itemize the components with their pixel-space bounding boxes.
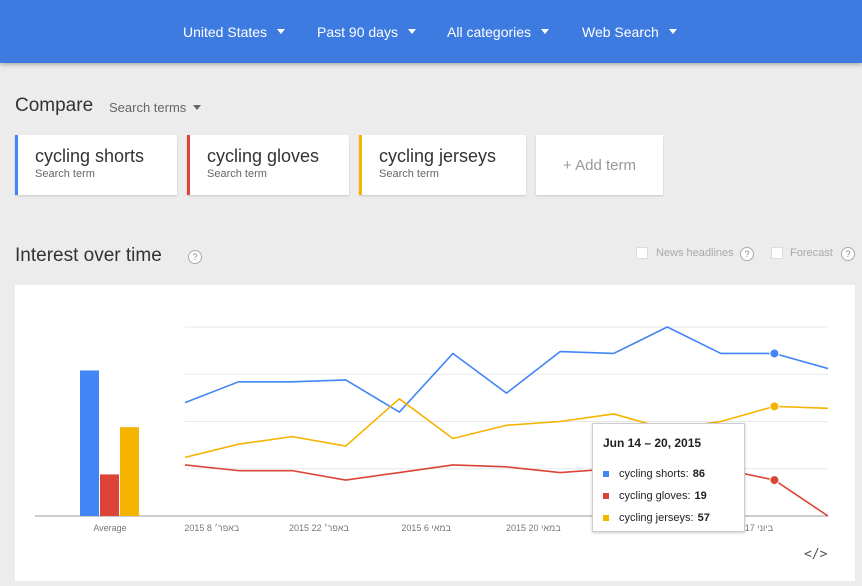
x-tick-label: באפר׳ 8 2015 (184, 523, 239, 533)
tooltip-row-cycling-gloves: cycling gloves: 19 (603, 485, 734, 507)
term-name: cycling jerseys (379, 146, 497, 166)
compare-title: Compare (15, 95, 94, 116)
tooltip-value: 57 (697, 512, 710, 524)
help-icon[interactable]: ? (740, 247, 754, 261)
tooltip-label: cycling jerseys: (619, 512, 694, 524)
tooltip-label: cycling shorts: (619, 468, 689, 480)
average-bar-cycling-shorts (80, 370, 99, 516)
search-type-filter[interactable]: Web Search (582, 0, 677, 63)
term-card-cycling-gloves[interactable]: cycling gloves Search term (187, 135, 349, 195)
average-bar-cycling-gloves (100, 474, 119, 516)
highlight-point-cycling-jerseys (769, 401, 780, 412)
term-type: Search term (207, 168, 267, 180)
average-label: Average (93, 523, 126, 533)
category-filter[interactable]: All categories (447, 0, 550, 63)
tooltip-value: 19 (694, 490, 707, 502)
chart-tooltip: Jun 14 – 20, 2015 cycling shorts: 86 cyc… (592, 423, 745, 532)
x-tick-label: באפר׳ 22 2015 (289, 523, 349, 533)
search-type-filter-label: Web Search (582, 23, 659, 40)
interest-chart-panel: Average באפר׳ 8 2015 באפר׳ 22 2015 במאי 6 2… (15, 285, 855, 581)
caret-down-icon (668, 29, 677, 34)
embed-code-icon[interactable]: </> (804, 547, 827, 562)
time-range-filter[interactable]: Past 90 days (317, 0, 416, 63)
search-terms-label: Search terms (109, 100, 187, 115)
region-filter-label: United States (183, 23, 268, 40)
legend-swatch (603, 493, 609, 499)
top-filter-bar: United States Past 90 days All categorie… (0, 0, 862, 63)
highlight-point-cycling-shorts (769, 348, 780, 359)
highlight-point-cycling-gloves (769, 475, 780, 486)
caret-down-icon (193, 105, 202, 110)
term-color-bar (15, 135, 18, 195)
search-terms-dropdown[interactable]: Search terms (109, 100, 202, 115)
category-filter-label: All categories (447, 23, 532, 40)
help-icon[interactable]: ? (188, 250, 202, 264)
caret-down-icon (541, 29, 550, 34)
term-card-cycling-shorts[interactable]: cycling shorts Search term (15, 135, 177, 195)
term-name: cycling gloves (207, 146, 320, 166)
region-filter[interactable]: United States (183, 0, 286, 63)
interest-over-time-title: Interest over time (15, 245, 162, 266)
average-bar-cycling-jerseys (120, 427, 139, 516)
x-tick-label: במאי 20 2015 (506, 523, 561, 533)
term-card-cycling-jerseys[interactable]: cycling jerseys Search term (359, 135, 526, 195)
term-type: Search term (379, 168, 439, 180)
news-headlines-label: News headlines (656, 247, 734, 259)
x-tick-label: במאי 6 2015 (401, 523, 451, 533)
term-name: cycling shorts (35, 146, 145, 166)
term-color-bar (359, 135, 362, 195)
forecast-label: Forecast (790, 247, 833, 259)
tooltip-label: cycling gloves: (619, 490, 691, 502)
forecast-checkbox[interactable] (771, 247, 783, 259)
add-term-button[interactable]: + Add term (536, 135, 663, 195)
term-color-bar (187, 135, 190, 195)
tooltip-row-cycling-jerseys: cycling jerseys: 57 (603, 507, 734, 529)
series-line-cycling-shorts (184, 326, 829, 413)
tooltip-value: 86 (692, 468, 705, 480)
legend-swatch (603, 515, 609, 521)
term-type: Search term (35, 168, 95, 180)
time-range-filter-label: Past 90 days (317, 23, 398, 40)
tooltip-date: Jun 14 – 20, 2015 (603, 436, 702, 450)
legend-swatch (603, 471, 609, 477)
tooltip-row-cycling-shorts: cycling shorts: 86 (603, 463, 734, 485)
news-headlines-checkbox[interactable] (636, 247, 648, 259)
caret-down-icon (407, 29, 416, 34)
help-icon[interactable]: ? (841, 247, 855, 261)
caret-down-icon (277, 29, 286, 34)
